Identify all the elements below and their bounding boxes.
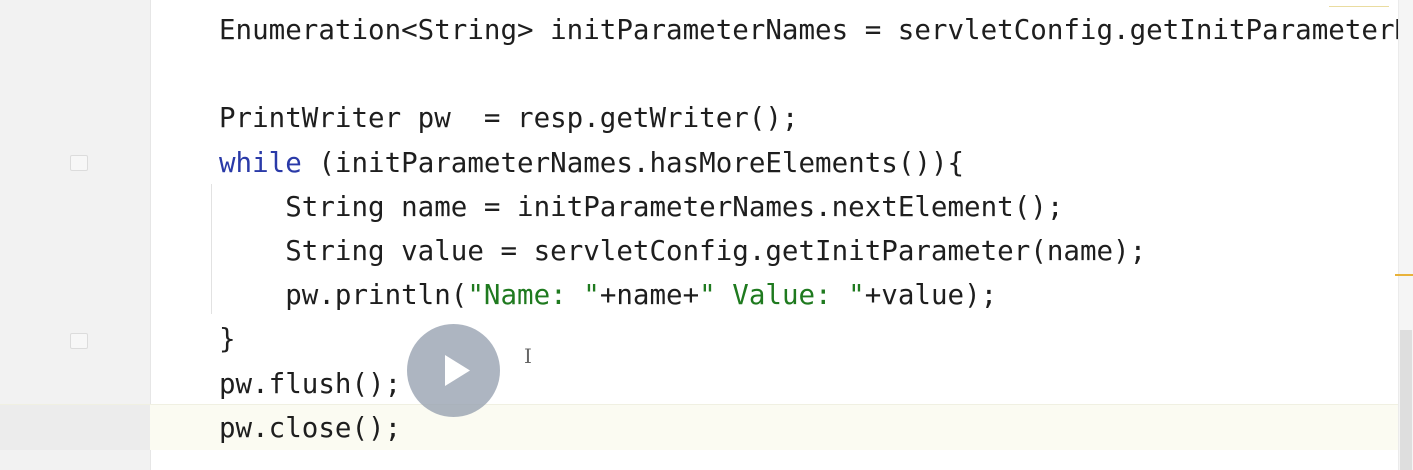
code-line[interactable]: while (initParameterNames.hasMoreElement… xyxy=(219,141,1413,185)
code-string: " Value: " xyxy=(699,279,865,312)
vertical-scrollbar[interactable] xyxy=(1398,0,1413,470)
code-token: String name = initParameterNames.nextEle… xyxy=(285,190,1064,223)
text-cursor-icon: I xyxy=(524,344,532,368)
code-line[interactable] xyxy=(219,52,1413,96)
code-line[interactable]: pw.flush(); xyxy=(219,362,1413,406)
code-token: pw.close(); xyxy=(219,411,402,444)
code-token: (initParameterNames.hasMoreElements()){ xyxy=(301,146,965,179)
code-line[interactable]: String name = initParameterNames.nextEle… xyxy=(219,185,1413,229)
code-keyword: while xyxy=(219,146,302,179)
code-line[interactable]: } xyxy=(219,317,1413,361)
code-token: PrintWriter pw = resp.getWriter(); xyxy=(219,102,799,135)
code-editor[interactable]: Enumeration<String> initParameterNames =… xyxy=(0,0,1413,470)
code-token: String value = servletConfig.getInitPara… xyxy=(285,234,1147,267)
play-icon xyxy=(445,355,470,386)
editor-gutter xyxy=(0,0,151,470)
code-token: +value); xyxy=(864,279,998,312)
scrollbar-thumb[interactable] xyxy=(1400,330,1412,470)
code-token: +name+ xyxy=(599,279,700,312)
code-line[interactable]: PrintWriter pw = resp.getWriter(); xyxy=(219,96,1413,140)
code-line[interactable]: Enumeration<String> initParameterNames =… xyxy=(219,8,1413,52)
warning-marker[interactable] xyxy=(1395,274,1413,276)
fold-close-icon[interactable] xyxy=(70,333,88,349)
code-string: "Name: " xyxy=(467,279,600,312)
code-token: Enumeration<String> initParameterNames =… xyxy=(219,14,1413,46)
editor-status-mark xyxy=(1329,0,1389,7)
indent-guide xyxy=(211,184,212,314)
code-token: pw.println( xyxy=(285,279,468,312)
code-line[interactable]: pw.close(); xyxy=(219,406,1413,450)
code-token: pw.flush(); xyxy=(219,367,402,400)
code-line[interactable]: pw.println("Name: "+name+" Value: "+valu… xyxy=(219,273,1413,317)
fold-open-icon[interactable] xyxy=(70,155,88,171)
code-area[interactable]: Enumeration<String> initParameterNames =… xyxy=(219,8,1413,450)
code-line[interactable]: String value = servletConfig.getInitPara… xyxy=(219,229,1413,273)
video-play-button[interactable] xyxy=(407,324,500,417)
code-token: } xyxy=(219,323,236,356)
current-line-gutter xyxy=(0,405,150,450)
